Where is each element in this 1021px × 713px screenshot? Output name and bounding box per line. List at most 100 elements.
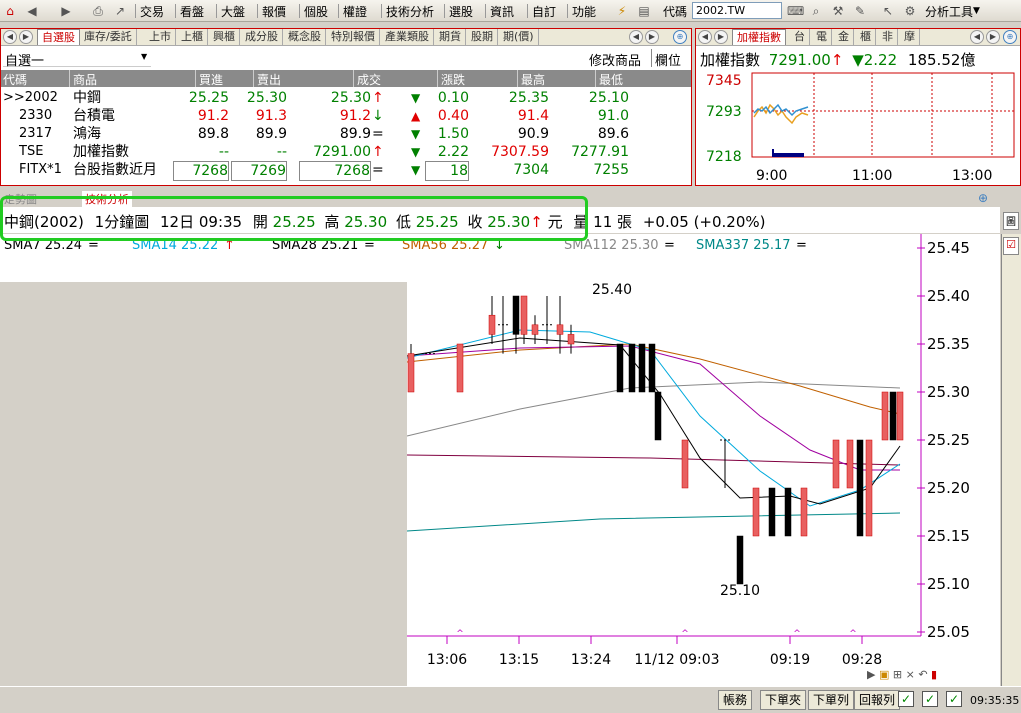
tab-scroll-right-icon[interactable]: ▶: [986, 30, 1000, 44]
tab-quote[interactable]: 成分股: [241, 29, 283, 45]
column-header[interactable]: 最低: [599, 71, 623, 88]
zoom-in-icon[interactable]: ⊕: [673, 30, 687, 44]
table-row[interactable]: 2330 台積電 91.2 91.3 91.2 ↓ ▲ 0.40 91.4 91.0: [1, 107, 691, 125]
tab-index[interactable]: 櫃: [856, 29, 876, 45]
tab-prev-icon[interactable]: ◀: [3, 30, 17, 44]
bar-tool-icon[interactable]: ▮: [931, 668, 937, 681]
tab-quote[interactable]: 期貨: [435, 29, 466, 45]
menu-item[interactable]: 技術分析: [386, 3, 434, 20]
menu-item[interactable]: 功能: [572, 3, 596, 20]
zoom-tool-icon[interactable]: ▣: [879, 668, 889, 681]
tab-scroll-right-icon[interactable]: ▶: [645, 30, 659, 44]
column-header[interactable]: 漲跌: [441, 71, 465, 88]
tab-quote[interactable]: 興櫃: [209, 29, 240, 45]
panel-button[interactable]: 圖: [1003, 212, 1019, 230]
tab-technical[interactable]: 技術分析: [82, 191, 132, 207]
undo-icon[interactable]: ↶: [918, 668, 927, 681]
tab-quote[interactable]: 庫存/委託: [80, 29, 137, 45]
table-row[interactable]: TSE 加權指數 -- -- 7291.00 ↑ ▼ 2.22 7307.59 7277.91: [1, 143, 691, 161]
search-icon[interactable]: ⌕: [808, 3, 824, 19]
tab-index[interactable]: 台: [790, 29, 810, 45]
check-icon[interactable]: ☑: [1003, 237, 1019, 255]
menu-item[interactable]: 權證: [343, 3, 367, 20]
right-scroll-panel[interactable]: [1001, 234, 1021, 686]
zoom-in-icon[interactable]: ⊕: [978, 191, 988, 205]
scroll-right-icon[interactable]: ▶: [867, 668, 875, 681]
candle-down: [856, 439, 864, 537]
alert-icon[interactable]: ✎: [852, 3, 868, 19]
tab-index[interactable]: 加權指數: [732, 29, 786, 45]
table-row[interactable]: 2317 鴻海 89.8 89.9 89.9 = ▼ 1.50 90.9 89.6: [1, 125, 691, 143]
tab-scroll-left-icon[interactable]: ◀: [629, 30, 643, 44]
high-annotation: 25.40: [592, 282, 632, 298]
settings-icon[interactable]: ⚙: [902, 3, 918, 19]
tab-index[interactable]: 金: [834, 29, 854, 45]
menu-item[interactable]: 自訂: [532, 3, 556, 20]
checkbox[interactable]: ✓: [898, 691, 914, 707]
tab-index[interactable]: 非: [878, 29, 898, 45]
menu-item[interactable]: 報價: [262, 3, 286, 20]
menu-item[interactable]: 資訊: [490, 3, 514, 20]
group-select[interactable]: 自選一 ▼: [3, 49, 151, 69]
chevron-down-icon[interactable]: ▼: [973, 6, 980, 16]
menu-item[interactable]: 看盤: [180, 3, 204, 20]
tab-quote[interactable]: 產業類股: [381, 29, 434, 45]
section-tabs: 走勢圖 技術分析 ⊕: [0, 191, 1000, 207]
tab-next-icon[interactable]: ▶: [19, 30, 33, 44]
tab-quote[interactable]: 自選股: [37, 29, 80, 45]
forward-icon[interactable]: ▶: [58, 3, 74, 19]
row-change: 0.10: [437, 90, 469, 106]
code-input[interactable]: 2002.TW: [692, 2, 782, 19]
row-high: 91.4: [517, 108, 549, 124]
order-bar-button[interactable]: 下單列: [808, 690, 855, 710]
column-header[interactable]: 最高: [521, 71, 545, 88]
lightning-icon[interactable]: ⚡: [614, 3, 630, 19]
candle-up: [865, 439, 873, 537]
tab-trend[interactable]: 走勢圖: [4, 191, 37, 207]
table-row[interactable]: FITX*1 台股指數近月 7268 7269 7268 = ▼ 18 7304 7255: [1, 161, 691, 181]
tab-next-icon[interactable]: ▶: [714, 30, 728, 44]
tab-quote[interactable]: 上市: [145, 29, 176, 45]
menu-item[interactable]: 大盤: [221, 3, 245, 20]
tab-quote[interactable]: 股期: [467, 29, 498, 45]
index-volume-bar: [772, 149, 774, 157]
menu-item[interactable]: 個股: [304, 3, 328, 20]
print-icon[interactable]: ⎙: [90, 3, 106, 19]
column-header[interactable]: 買進: [199, 71, 223, 88]
index-change: 2.22: [863, 51, 898, 69]
low-label: 低: [395, 213, 411, 231]
table-row[interactable]: >>2002 中鋼 25.25 25.30 25.30 ↑ ▼ 0.10 25.35 25.10: [1, 89, 691, 107]
back-icon[interactable]: ◀: [24, 3, 40, 19]
order-folder-button[interactable]: 下單夾: [760, 690, 807, 710]
tab-scroll-left-icon[interactable]: ◀: [970, 30, 984, 44]
select-tool-icon[interactable]: ⊞: [893, 668, 902, 681]
column-header[interactable]: 代碼: [3, 71, 27, 88]
columns-button[interactable]: 欄位: [655, 50, 681, 69]
column-header[interactable]: 賣出: [257, 71, 281, 88]
checkbox[interactable]: ✓: [922, 691, 938, 707]
keyboard-icon[interactable]: ⌨: [787, 3, 804, 19]
cross-tool-icon[interactable]: ⨯: [906, 668, 915, 681]
modify-items-button[interactable]: 修改商品: [589, 50, 641, 69]
tab-quote[interactable]: 概念股: [284, 29, 326, 45]
column-header[interactable]: 商品: [73, 71, 97, 88]
zoom-in-icon[interactable]: ⊕: [1003, 30, 1017, 44]
tab-quote[interactable]: 上櫃: [177, 29, 208, 45]
popout-icon[interactable]: ↗: [112, 3, 128, 19]
column-header[interactable]: 成交: [357, 71, 381, 88]
checkbox[interactable]: ✓: [946, 691, 962, 707]
notepad-icon[interactable]: ▤: [636, 3, 652, 19]
tab-prev-icon[interactable]: ◀: [698, 30, 712, 44]
report-bar-button[interactable]: 回報列: [854, 690, 901, 710]
menu-item[interactable]: 選股: [449, 3, 473, 20]
menu-item[interactable]: 交易: [140, 3, 164, 20]
analysis-tools-menu[interactable]: 分析工具: [925, 3, 973, 20]
tab-quote[interactable]: 特別報價: [327, 29, 380, 45]
tab-index[interactable]: 電: [812, 29, 832, 45]
home-icon[interactable]: ⌂: [2, 3, 18, 19]
tab-index[interactable]: 摩: [900, 29, 920, 45]
cursor-icon[interactable]: ↖: [880, 3, 896, 19]
tools-icon[interactable]: ⚒: [830, 3, 846, 19]
account-button[interactable]: 帳務: [718, 690, 753, 710]
tab-quote[interactable]: 期(價): [499, 29, 539, 45]
